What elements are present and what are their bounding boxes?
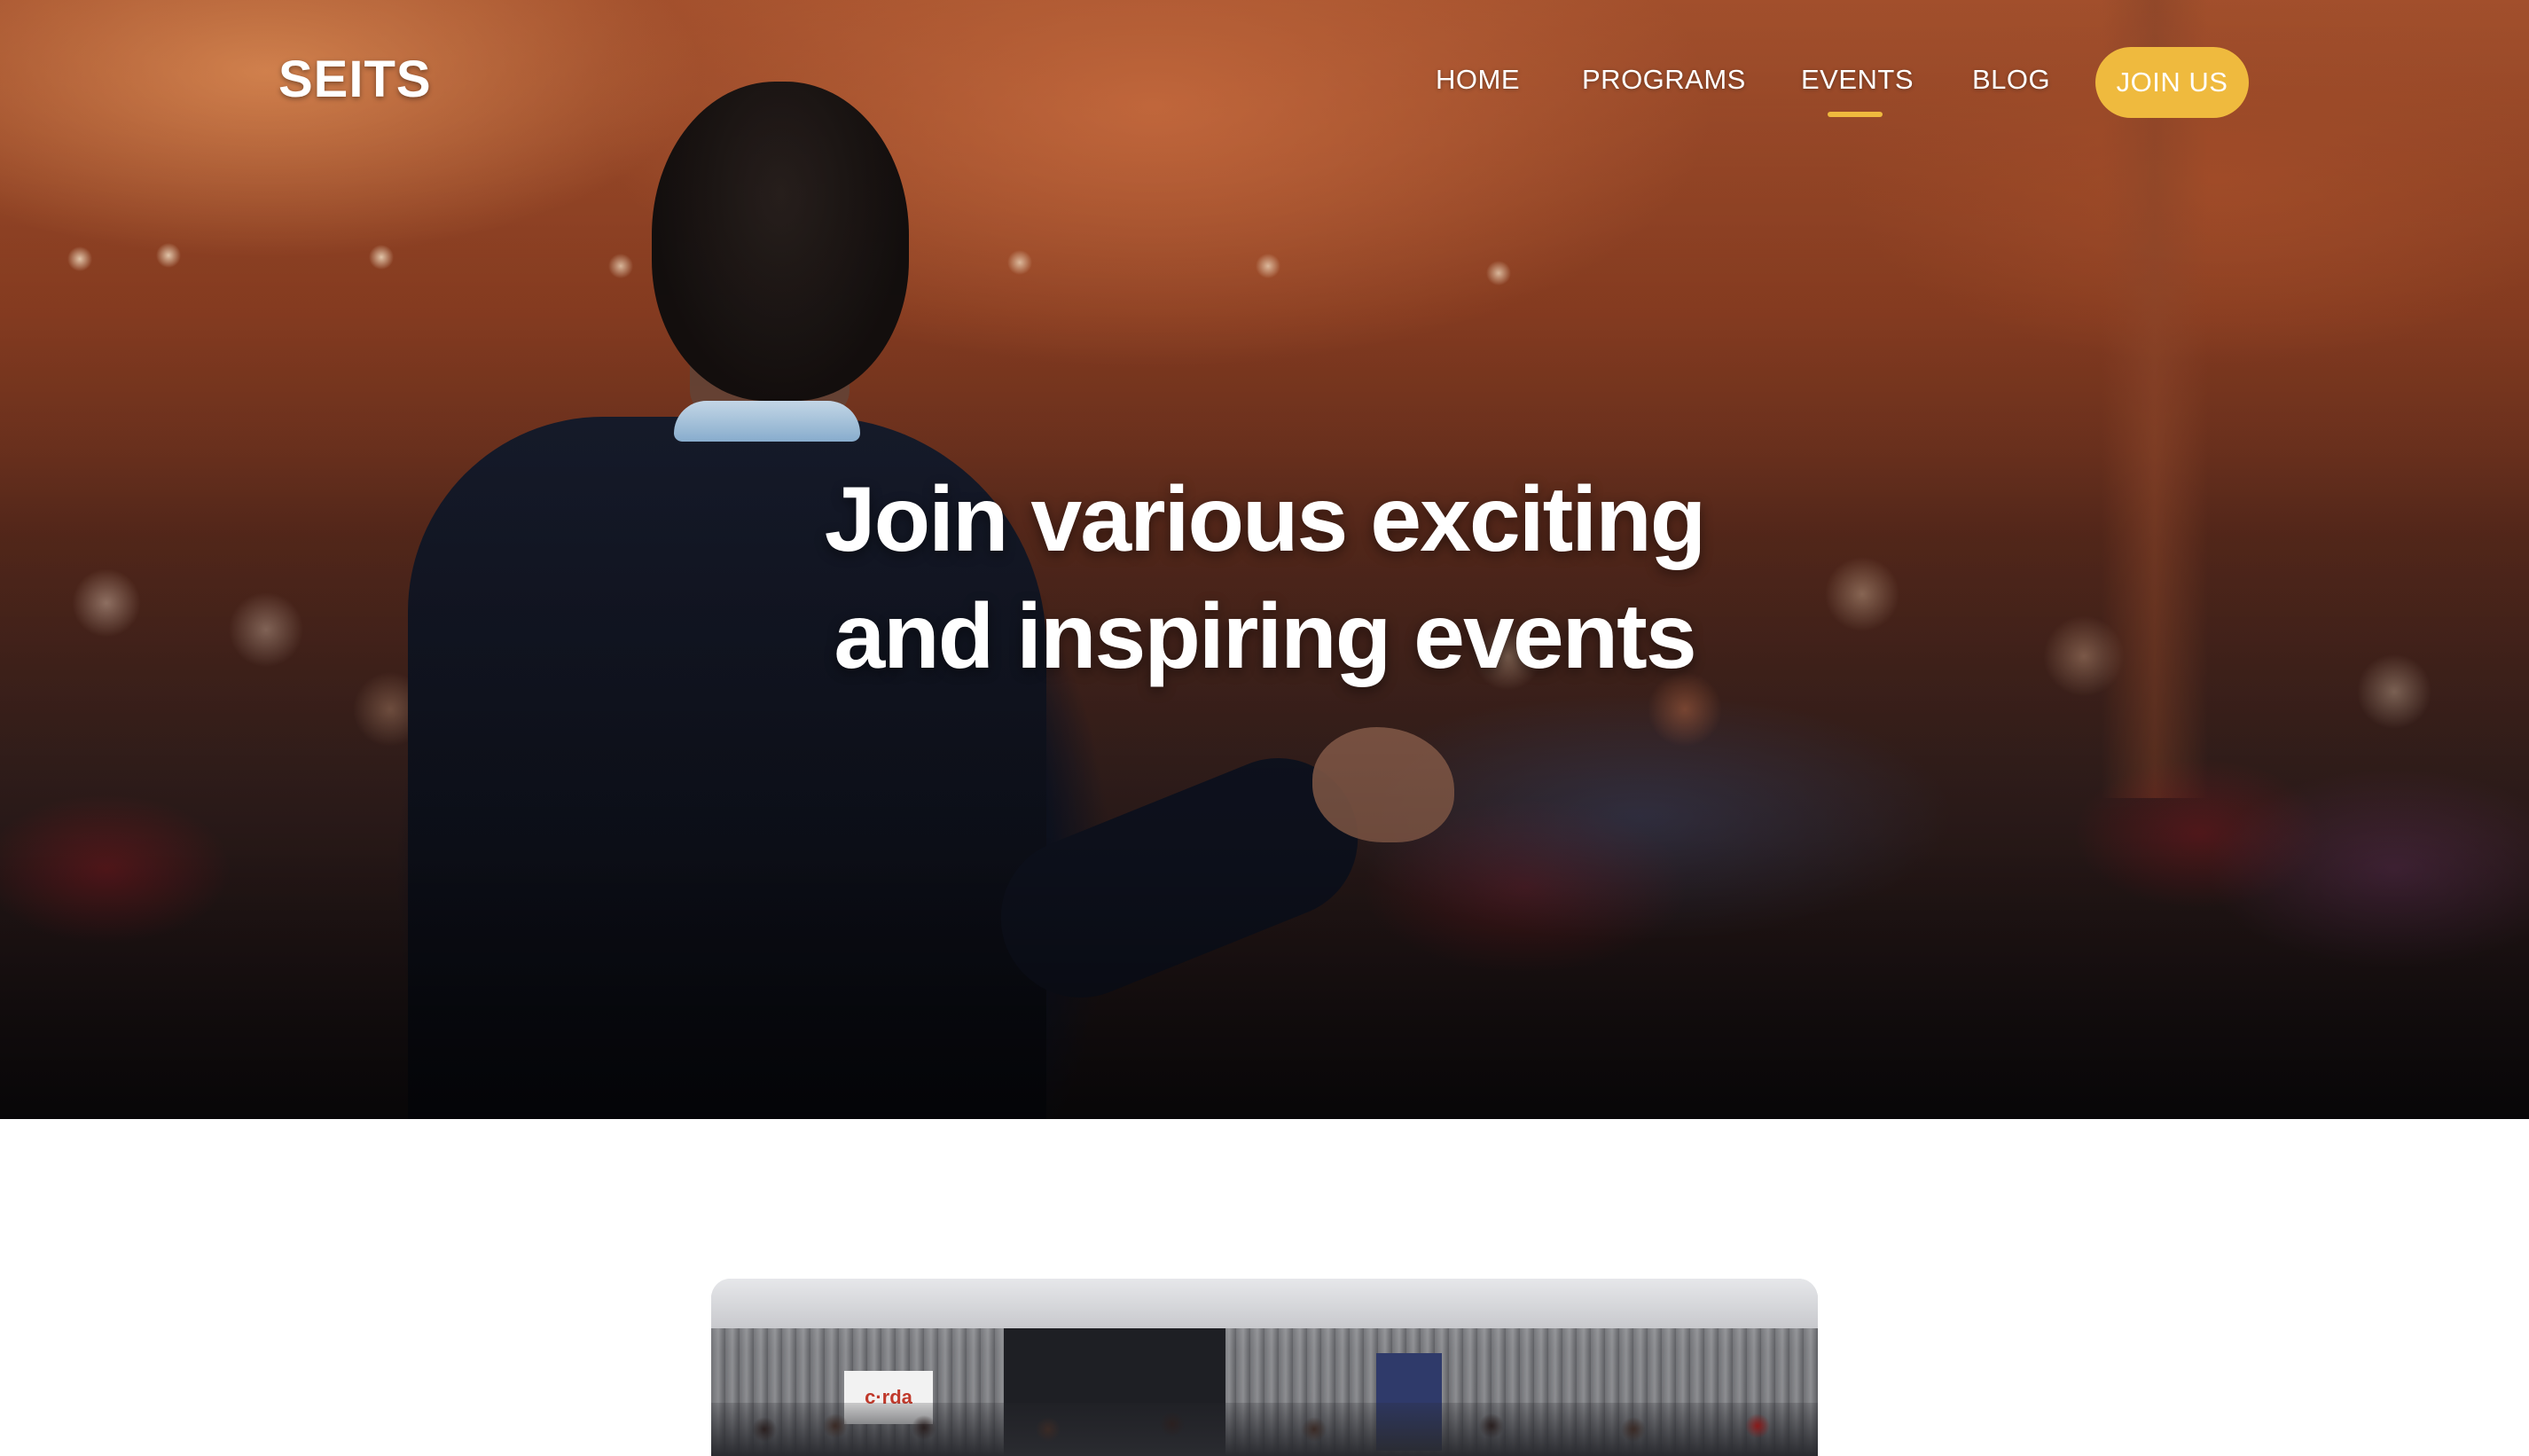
active-nav-indicator: [1828, 112, 1883, 117]
nav-events-link[interactable]: EVENTS: [1801, 64, 1914, 96]
event-card-ceiling: [711, 1279, 1818, 1328]
site-logo[interactable]: SEITS: [278, 50, 432, 109]
nav-programs-link[interactable]: PROGRAMS: [1582, 64, 1746, 96]
main-navigation: SEITS HOME PROGRAMS EVENTS BLOG JOIN US: [0, 0, 2529, 168]
event-card-crowd: [711, 1403, 1818, 1456]
nav-home-link[interactable]: HOME: [1436, 64, 1520, 96]
hero-section: SEITS HOME PROGRAMS EVENTS BLOG JOIN US …: [0, 0, 2529, 1119]
hero-title-line-2: and inspiring events: [834, 585, 1696, 688]
event-card-image[interactable]: c·rda: [711, 1279, 1818, 1456]
nav-blog-link[interactable]: BLOG: [1972, 64, 2050, 96]
hero-title: Join various exciting and inspiring even…: [732, 461, 1797, 695]
join-us-button[interactable]: JOIN US: [2095, 47, 2249, 118]
hero-title-line-1: Join various exciting: [824, 468, 1707, 571]
